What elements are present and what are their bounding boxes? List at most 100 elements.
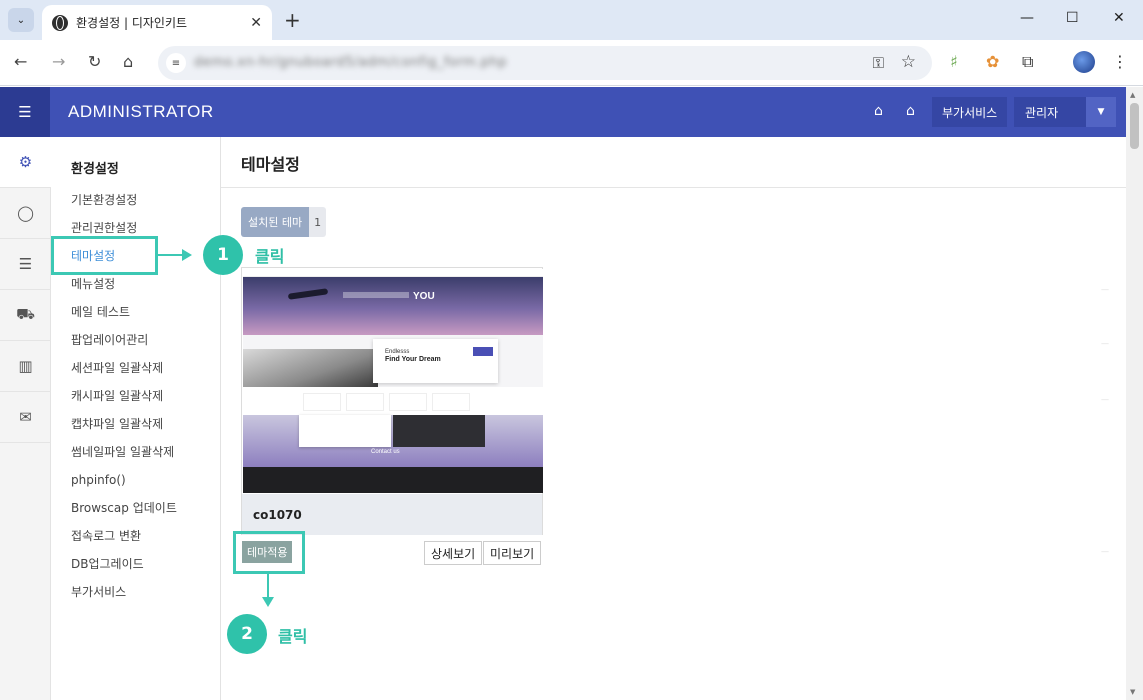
star-icon[interactable]: ☆ xyxy=(901,52,916,72)
preview-button[interactable]: 미리보기 xyxy=(483,541,542,565)
forward-icon[interactable]: → xyxy=(52,52,65,71)
browser-tabstrip: ⌄ 환경설정 | 디자인키트 ✕ + — ☐ ✕ xyxy=(0,0,1143,40)
arrow-down-icon xyxy=(262,597,274,607)
submenu-item[interactable]: 세션파일 일괄삭제 xyxy=(71,358,177,386)
mail-icon[interactable]: ✉ xyxy=(0,392,51,443)
preview-label: 미리보기 xyxy=(490,546,535,561)
page-scrollbar[interactable]: ▲ ▼ xyxy=(1126,87,1143,700)
faint-divider: — xyxy=(1101,395,1109,404)
home-icon[interactable]: ⌂ xyxy=(906,103,915,119)
browser-tab[interactable]: 환경설정 | 디자인키트 ✕ xyxy=(42,5,272,40)
tab-search-icon[interactable]: ⌄ xyxy=(8,8,34,32)
page-title: 테마설정 xyxy=(241,155,300,174)
profile-avatar[interactable] xyxy=(1073,51,1095,73)
submenu-item[interactable]: 캐시파일 일괄삭제 xyxy=(71,386,177,414)
new-tab-button[interactable]: + xyxy=(284,8,301,32)
submenu-item[interactable]: 캡챠파일 일괄삭제 xyxy=(71,414,177,442)
preview-card-button xyxy=(473,347,493,356)
faint-divider: — xyxy=(1101,547,1109,556)
home-icon[interactable]: ⌂ xyxy=(123,52,133,71)
arrow-right-icon xyxy=(182,249,192,261)
installed-label: 설치된 테마 xyxy=(241,207,310,237)
preview-hero: YOU xyxy=(243,277,543,335)
detail-label: 상세보기 xyxy=(431,546,476,561)
preview-card-big: Find Your Dream xyxy=(385,356,441,363)
laptop-image xyxy=(243,349,378,387)
submenu-item[interactable]: phpinfo() xyxy=(71,470,177,498)
submenu-item[interactable]: 썸네일파일 일괄삭제 xyxy=(71,442,177,470)
address-bar[interactable]: ≡ demo.xn-hr/gnuboard5/adm/config_form.p… xyxy=(158,46,932,80)
reload-icon[interactable]: ↻ xyxy=(88,52,101,71)
site-info-icon[interactable]: ≡ xyxy=(166,53,186,73)
submenu-title: 환경설정 xyxy=(71,162,119,177)
submenu-item[interactable]: 기본환경설정 xyxy=(71,190,177,218)
preview-dark-panel xyxy=(393,415,485,447)
step-label-1: 클릭 xyxy=(255,247,285,266)
submenu-item[interactable]: 팝업레이어관리 xyxy=(71,330,177,358)
preview-card: Endlesss Find Your Dream xyxy=(373,339,498,383)
close-window-button[interactable]: ✕ xyxy=(1113,10,1125,26)
add-service-label: 부가서비스 xyxy=(942,105,998,120)
preview-contact: Contact us xyxy=(371,449,400,455)
preview-cell xyxy=(389,393,427,411)
brand-title[interactable]: ADMINISTRATOR xyxy=(68,102,214,122)
arrow-line-1 xyxy=(158,254,182,256)
scroll-down-icon[interactable]: ▼ xyxy=(1130,688,1135,696)
menu-toggle-icon[interactable]: ☰ xyxy=(0,87,50,137)
scroll-up-icon[interactable]: ▲ xyxy=(1130,91,1135,99)
preview-footer xyxy=(243,467,543,493)
preview-section-3 xyxy=(243,387,543,415)
submenu-item[interactable]: 접속로그 변환 xyxy=(71,526,177,554)
back-icon[interactable]: ← xyxy=(14,52,27,71)
extension-green-icon[interactable]: ♯ xyxy=(950,52,958,71)
highlight-theme-menu xyxy=(51,236,158,275)
preview-nav xyxy=(243,269,543,277)
preview-cell xyxy=(346,393,384,411)
installed-theme-badge: 설치된 테마 1 xyxy=(241,207,327,237)
tab-close-icon[interactable]: ✕ xyxy=(250,15,262,31)
icon-sidebar: ⚙ ◯ ☰ ⛟ ▥ ✉ xyxy=(0,137,51,700)
extensions-icon[interactable]: ⧉ xyxy=(1022,52,1033,72)
admin-header: ☰ ADMINISTRATOR ⌂ ⌂ 부가서비스 관리자 ▼ xyxy=(0,87,1126,137)
shop-icon[interactable]: ⌂ xyxy=(874,103,883,119)
submenu-item[interactable]: 메뉴설정 xyxy=(71,274,177,302)
faint-divider: — xyxy=(1101,285,1109,294)
minimize-button[interactable]: — xyxy=(1020,10,1034,26)
theme-card: YOU Endlesss Find Your Dream Contact us … xyxy=(241,267,543,535)
settings-submenu: 환경설정 기본환경설정 관리권한설정 테마설정 메뉴설정 메일 테스트 팝업레이… xyxy=(51,137,221,700)
preview-cell xyxy=(303,393,341,411)
admin-page: ☰ ADMINISTRATOR ⌂ ⌂ 부가서비스 관리자 ▼ ⚙ ◯ ☰ ⛟ … xyxy=(0,87,1126,700)
preview-hero-text: YOU xyxy=(413,291,435,302)
faint-divider: — xyxy=(1101,339,1109,348)
arrow-line-2 xyxy=(267,574,269,598)
admin-dropdown[interactable]: 관리자 ▼ xyxy=(1014,97,1116,127)
detail-button[interactable]: 상세보기 xyxy=(424,541,483,565)
step-badge-1: 1 xyxy=(203,235,243,275)
scroll-thumb[interactable] xyxy=(1130,103,1139,149)
submenu-item[interactable]: DB업그레이드 xyxy=(71,554,177,582)
menu-icon[interactable]: ⋮ xyxy=(1112,52,1128,71)
maximize-button[interactable]: ☐ xyxy=(1066,10,1079,26)
extension-orange-icon[interactable]: ✿ xyxy=(986,52,999,71)
submenu-item[interactable]: Browscap 업데이트 xyxy=(71,498,177,526)
add-service-button[interactable]: 부가서비스 xyxy=(932,97,1008,127)
airplane-image xyxy=(287,288,329,300)
tab-title: 환경설정 | 디자인키트 xyxy=(76,16,188,30)
board-list-icon[interactable]: ☰ xyxy=(0,239,51,290)
preview-section-4: Contact us xyxy=(243,415,543,467)
stats-chart-icon[interactable]: ▥ xyxy=(0,341,51,392)
submenu-item[interactable]: 부가서비스 xyxy=(71,582,177,610)
step-badge-2: 2 xyxy=(227,614,267,654)
url-text[interactable]: demo.xn-hr/gnuboard5/adm/config_form.php xyxy=(194,55,507,70)
shop-cart-icon[interactable]: ⛟ xyxy=(0,290,51,341)
admin-label: 관리자 xyxy=(1025,105,1059,120)
preview-card-small: Endlesss xyxy=(385,349,410,355)
settings-gear-icon[interactable]: ⚙ xyxy=(0,137,51,188)
step-label-2: 클릭 xyxy=(278,627,308,646)
main-content: 테마설정 설치된 테마 1 YOU Endlesss Find Your Dre… xyxy=(221,137,1126,700)
submenu-item[interactable]: 메일 테스트 xyxy=(71,302,177,330)
key-icon[interactable]: ⚿ xyxy=(873,54,884,72)
caret-down-icon[interactable]: ▼ xyxy=(1086,97,1116,127)
member-user-icon[interactable]: ◯ xyxy=(0,188,51,239)
step-number-1: 1 xyxy=(217,245,229,265)
